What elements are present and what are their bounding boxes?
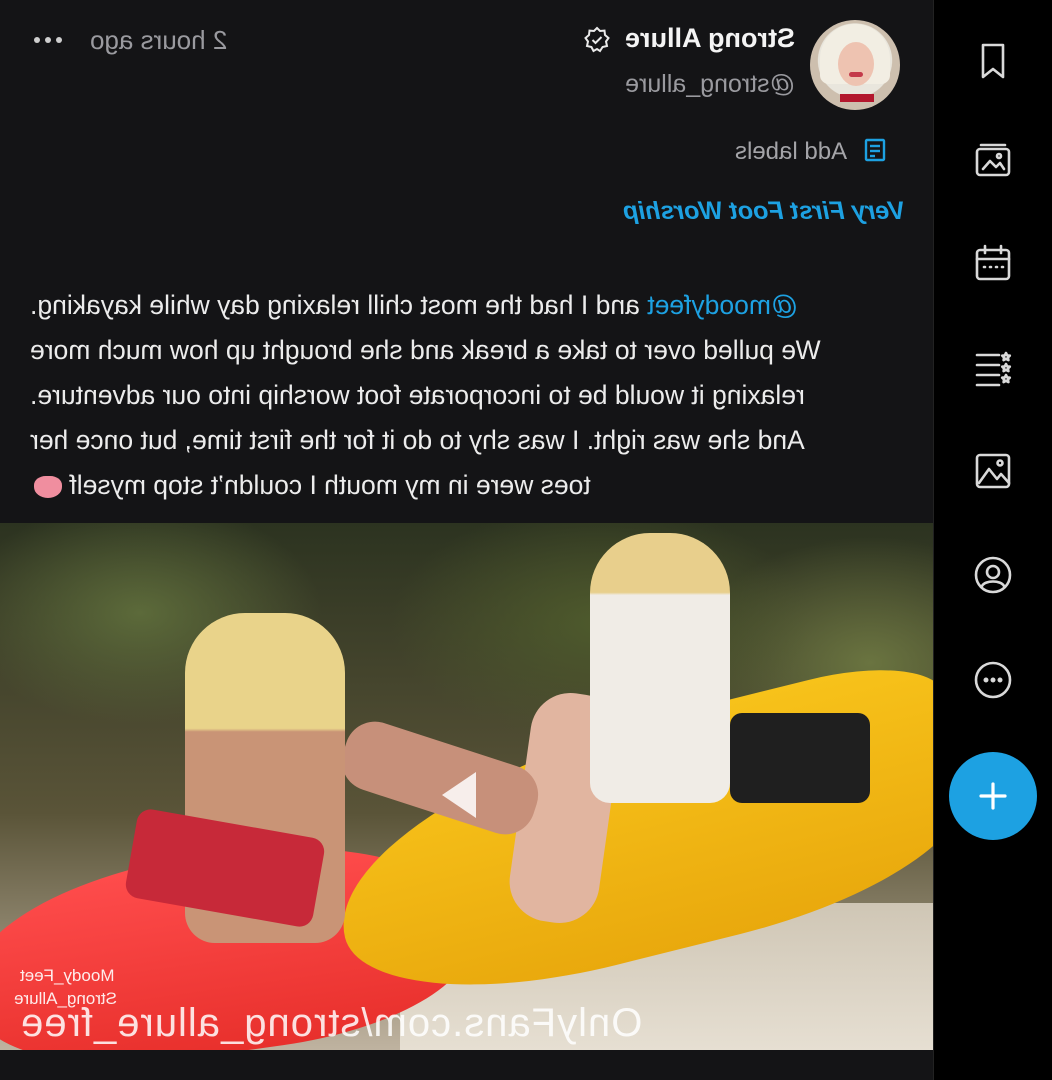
- post-footer: [0, 1050, 933, 1080]
- lists-icon[interactable]: [960, 334, 1026, 400]
- media-icon[interactable]: [960, 438, 1026, 504]
- more-icon[interactable]: [960, 647, 1026, 713]
- author-handle[interactable]: @strong_allure: [600, 70, 795, 99]
- dot-icon: [56, 37, 62, 43]
- post-more-options-button[interactable]: [28, 30, 68, 50]
- post-title: Very First Foot Worship: [623, 197, 905, 225]
- label-icon: [861, 136, 889, 169]
- post-body-line: @moodyfeet and I had the most chill rela…: [30, 290, 798, 320]
- post-body: @moodyfeet and I had the most chill rela…: [30, 283, 906, 508]
- mention-link[interactable]: @moodyfeet: [647, 290, 798, 320]
- post-video[interactable]: Moody_Feet Strong_Allure OnlyFans.com/st…: [0, 523, 933, 1050]
- add-labels-button[interactable]: Add labels: [735, 137, 905, 167]
- post-card: 2 hours ago Strong Allure @strong_allure…: [0, 0, 933, 1080]
- bookmark-icon[interactable]: [960, 28, 1026, 94]
- verified-badge-icon: [583, 26, 611, 54]
- new-post-button[interactable]: [949, 752, 1037, 840]
- avatar-lips: [849, 72, 863, 77]
- vault-icon[interactable]: [960, 128, 1026, 194]
- author-avatar[interactable]: [810, 20, 900, 110]
- post-body-line: We pulled over to take a break and she b…: [30, 335, 821, 365]
- author-name[interactable]: Strong Allure: [620, 23, 795, 54]
- dot-icon: [45, 37, 51, 43]
- post-body-line: relaxing it would be to incorporate foot…: [30, 380, 805, 410]
- profile-icon[interactable]: [960, 542, 1026, 608]
- app-root: 2 hours ago Strong Allure @strong_allure…: [0, 0, 1052, 1080]
- video-watermark: OnlyFans.com/strong_allure_free: [20, 1001, 643, 1045]
- video-figure-right: [590, 533, 730, 803]
- dot-icon: [34, 37, 40, 43]
- post-body-line: And she was right. I was shy to do it fo…: [30, 425, 805, 455]
- right-rail: [933, 0, 1052, 1080]
- calendar-icon[interactable]: [960, 230, 1026, 296]
- lips-emoji-icon: [34, 476, 62, 498]
- avatar-choker: [840, 94, 874, 102]
- add-labels-label: Add labels: [735, 138, 848, 165]
- post-timestamp: 2 hours ago: [90, 25, 228, 55]
- video-tag: Moody_Feet: [20, 966, 115, 985]
- plus-icon: [979, 782, 1007, 810]
- play-icon[interactable]: [428, 760, 498, 830]
- post-body-line: toes were in my mouth I couldn’t stop my…: [30, 463, 906, 508]
- video-cooler: [730, 713, 870, 803]
- avatar-face: [838, 42, 874, 86]
